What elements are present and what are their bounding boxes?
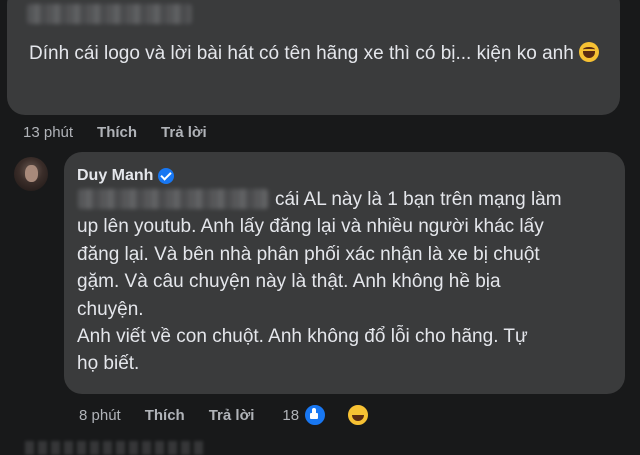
like-button[interactable]: Thích <box>145 407 185 424</box>
comment-text-content: Dính cái logo và lời bài hát có tên hãng… <box>29 43 574 64</box>
avatar[interactable] <box>14 157 48 191</box>
comment-line: họ biết. <box>77 353 140 375</box>
blurred-next-comment <box>25 441 205 455</box>
comment-text: Dính cái logo và lời bài hát có tên hãng… <box>29 38 609 69</box>
comment-actions: 8 phút Thích Trả lời 18 <box>79 403 394 427</box>
comment-bubble: Dính cái logo và lời bài hát có tên hãng… <box>7 0 620 115</box>
comment-line: up lên youtub. Anh lấy đăng lại và nhiều… <box>77 216 544 238</box>
comment-line: cái AL này là 1 bạn trên mạng làm <box>275 189 562 210</box>
reaction-count: 18 <box>282 406 300 424</box>
verified-badge-icon <box>158 168 175 184</box>
comment-author[interactable]: Duy Manh <box>77 167 175 185</box>
comment-bubble: Duy Manh cái AL này là 1 bạn trên mạng l… <box>64 152 625 394</box>
reply-button[interactable]: Trả lời <box>161 124 207 141</box>
comment-time[interactable]: 8 phút <box>79 407 121 424</box>
laughing-emoji-icon <box>579 42 600 62</box>
haha-reaction-icon <box>346 403 371 427</box>
comment-line: đăng lại. Và bên nhà phân phối xác nhận … <box>77 243 540 265</box>
reaction-summary[interactable]: 18 <box>282 403 394 427</box>
comment-line: chuyện. <box>77 298 144 320</box>
author-name[interactable]: Duy Manh <box>77 167 153 185</box>
blurred-author-name <box>27 4 192 24</box>
comment-text: cái AL này là 1 bạn trên mạng làm up lên… <box>77 186 607 378</box>
comment-time[interactable]: 13 phút <box>23 124 73 141</box>
like-button[interactable]: Thích <box>97 124 137 141</box>
comment-line: gặm. Và câu chuyện này là thật. Anh khôn… <box>77 271 501 293</box>
reply-button[interactable]: Trả lời <box>209 407 255 424</box>
like-reaction-icon <box>303 403 328 427</box>
comment-line: Anh viết về con chuột. Anh không đổ lỗi … <box>77 326 528 348</box>
comment-actions: 13 phút Thích Trả lời <box>23 124 231 141</box>
